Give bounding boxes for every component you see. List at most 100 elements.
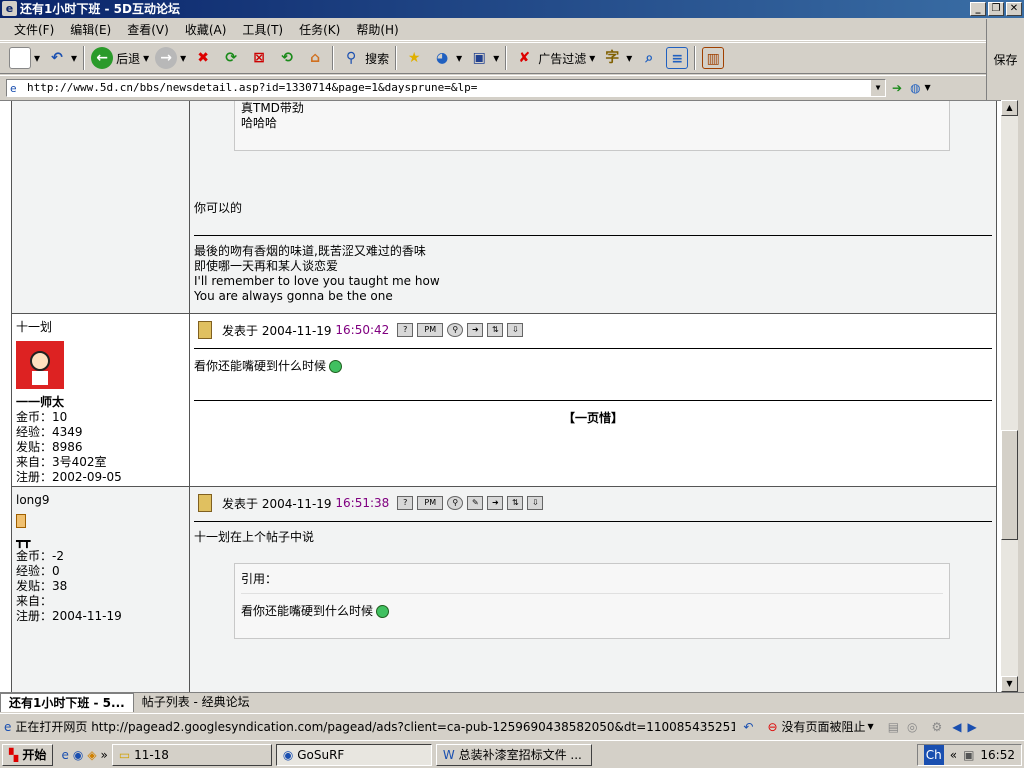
scroll-down-icon[interactable]: ▼ <box>1001 676 1018 692</box>
author-column: 十一划 一一师太 金币：10 经验：4349 发贴：8986 来自：3号402室… <box>12 314 190 486</box>
font-size-button[interactable]: 字 ▾ <box>598 44 635 72</box>
menu-edit[interactable]: 编辑(E) <box>62 21 119 38</box>
menu-tools[interactable]: 工具(T) <box>234 21 291 38</box>
profile-icon[interactable]: ? <box>397 496 414 510</box>
back-button[interactable]: ← 后退 ▾ <box>88 44 152 72</box>
restore-button[interactable]: ❐ <box>988 2 1004 16</box>
task-gosurf[interactable]: ◉ GoSuRF <box>275 743 432 766</box>
save-page-button[interactable]: ▣ ▾ <box>465 44 502 72</box>
download-icon[interactable]: ⇩ <box>507 323 524 337</box>
quote-body-text: 看你还能嘴硬到什么时候 <box>241 604 374 618</box>
undo-icon[interactable]: ↶ <box>743 720 753 734</box>
task-word[interactable]: W 总装补漆室招标文件 ... <box>435 743 592 766</box>
vertical-scrollbar[interactable]: ▲ ▼ <box>1001 100 1018 692</box>
search-button[interactable]: ⚲ 搜索 <box>337 44 392 72</box>
task-label: GoSuRF <box>297 747 345 762</box>
quote-body: 看你还能嘴硬到什么时候 <box>241 602 943 619</box>
post-row: 真TMD带劲 哈哈哈 你可以的 最後的吻有香烟的味道,既苦涩又难过的香味 即使哪… <box>11 101 997 314</box>
author-name[interactable]: long9 <box>16 493 185 508</box>
forward-button[interactable]: → ▾ <box>152 44 189 72</box>
reply-icon[interactable]: ➜ <box>487 496 504 510</box>
history-button[interactable]: ◕ ▾ <box>428 44 465 72</box>
title-bar: e 还有1小时下班 - 5D互动论坛 _ ❐ ✕ <box>0 0 1024 18</box>
reply-icon[interactable]: ➜ <box>467 323 484 337</box>
close-button[interactable]: ✕ <box>1006 2 1022 16</box>
save-button[interactable]: 保存 <box>986 19 1024 101</box>
author-column <box>12 101 190 313</box>
favorites-button[interactable]: ★ <box>400 44 428 72</box>
address-input[interactable]: e http://www.5d.cn/bbs/newsdetail.asp?id… <box>6 78 886 97</box>
author-coins: 金币：10 <box>16 410 68 424</box>
prev-icon[interactable]: ◀ <box>952 720 961 734</box>
top-icon[interactable]: ⇅ <box>507 496 524 510</box>
popup-status[interactable]: 没有页面被阻止 <box>782 718 866 735</box>
scroll-up-icon[interactable]: ▲ <box>1001 100 1018 116</box>
profile-icon[interactable]: ? <box>397 323 414 337</box>
post-content: 发表于 2004-11-19 16:50:42 ? PM ⚲ ➜ ⇅ ⇩ 看你还… <box>190 314 996 486</box>
ime-icon[interactable]: Ch <box>923 744 944 765</box>
tab-bar: 还有1小时下班 - 5... 帖子列表 - 经典论坛 <box>0 692 1024 712</box>
adfilter-button[interactable]: ✘ 广告过滤 ▾ <box>510 44 598 72</box>
next-icon[interactable]: ▶ <box>968 720 977 734</box>
menu-file[interactable]: 文件(F) <box>6 21 62 38</box>
signature-line: You are always gonna be the one <box>194 289 393 303</box>
pm-icon[interactable]: PM <box>417 496 444 510</box>
panel-button[interactable]: ▥ <box>699 44 727 72</box>
pm-icon[interactable]: PM <box>417 323 444 337</box>
menu-view[interactable]: 查看(V) <box>119 21 177 38</box>
author-exp: 经验：4349 <box>16 425 83 439</box>
quicklaunch-more-icon[interactable]: » <box>101 748 108 762</box>
stop-button[interactable]: ✖ <box>189 44 217 72</box>
download-icon[interactable]: ⇩ <box>527 496 544 510</box>
search-user-icon[interactable]: ⚲ <box>447 323 464 337</box>
tab-current[interactable]: 还有1小时下班 - 5... <box>0 693 134 712</box>
quicklaunch-browser-icon[interactable]: ◉ <box>73 748 83 762</box>
post-content: 发表于 2004-11-19 16:51:38 ? PM ⚲ ✎ ➜ ⇅ ⇩ 十… <box>190 487 996 692</box>
author-from: 来自：3号402室 <box>16 455 107 469</box>
undo-icon: ↶ <box>51 50 63 66</box>
tab-thread-list[interactable]: 帖子列表 - 经典论坛 <box>134 693 258 712</box>
menu-tasks[interactable]: 任务(K) <box>291 21 348 38</box>
menu-help[interactable]: 帮助(H) <box>348 21 406 38</box>
close-page-button[interactable]: ⊠ <box>245 44 273 72</box>
new-page-button[interactable]: ▾ <box>6 44 43 72</box>
magnifier-icon: ⌕ <box>645 50 654 66</box>
go-icon[interactable]: ➔ <box>892 81 902 95</box>
window-button[interactable]: ≡ <box>663 44 691 72</box>
scroll-thumb[interactable] <box>1001 430 1018 540</box>
task-folder[interactable]: ▭ 11-18 <box>111 743 272 766</box>
adfilter-icon: ✘ <box>518 50 531 66</box>
adfilter-label: 广告过滤 <box>538 51 587 66</box>
quicklaunch-ie-icon[interactable]: e <box>61 748 68 762</box>
refresh-button[interactable]: ⟳ <box>217 44 245 72</box>
address-dropdown-icon[interactable]: ▼ <box>871 79 885 96</box>
post-body: 看你还能嘴硬到什么时候 <box>194 359 992 374</box>
start-label: 开始 <box>22 747 47 762</box>
refresh-all-button[interactable]: ⟲ <box>273 44 301 72</box>
search-user-icon[interactable]: ⚲ <box>447 496 464 510</box>
menu-favorites[interactable]: 收藏(A) <box>177 21 235 38</box>
tray-expand-icon[interactable]: « <box>950 745 957 765</box>
page-icon: e <box>10 81 17 95</box>
top-icon[interactable]: ⇅ <box>487 323 504 337</box>
minimize-button[interactable]: _ <box>970 2 986 16</box>
author-name[interactable]: 十一划 <box>16 320 185 335</box>
chevron-down-icon[interactable]: ▼ <box>925 83 931 92</box>
clock: 16:52 <box>980 747 1015 762</box>
zone-icon: ◎ <box>907 719 918 734</box>
home-button[interactable]: ⌂ <box>301 44 329 72</box>
find-button[interactable]: ⌕ <box>635 44 663 72</box>
globe-icon[interactable]: ◍ <box>910 81 920 95</box>
note-icon <box>198 321 212 339</box>
system-tray: Ch « ▣ 16:52 <box>916 743 1022 766</box>
edit-icon[interactable]: ✎ <box>467 496 484 510</box>
search-icon: ⚲ <box>346 50 357 66</box>
menu-bar: 文件(F) 编辑(E) 查看(V) 收藏(A) 工具(T) 任务(K) 帮助(H… <box>0 19 986 41</box>
quicklaunch-media-icon[interactable]: ◈ <box>87 748 96 762</box>
windows-logo-icon: ▚ <box>9 747 19 762</box>
undo-button[interactable]: ↶ ▾ <box>43 44 80 72</box>
quote-box: 真TMD带劲 哈哈哈 <box>234 101 950 151</box>
chevron-down-icon[interactable]: ▼ <box>868 722 874 731</box>
start-button[interactable]: ▚ 开始 <box>2 743 54 766</box>
settings-icon[interactable]: ⚙ <box>932 720 943 734</box>
